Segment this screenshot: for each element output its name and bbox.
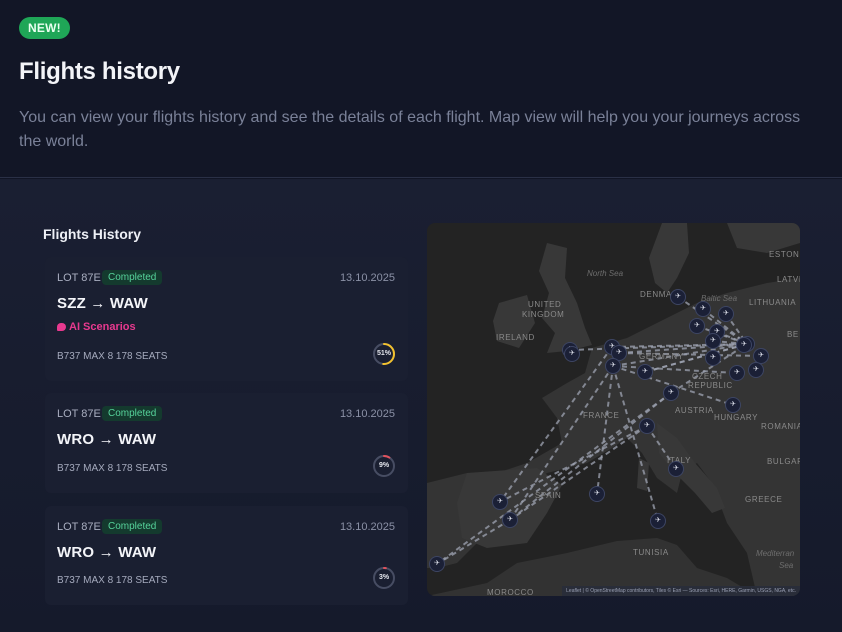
map-label-romania: ROMANIA: [761, 422, 800, 431]
flight-date: 13.10.2025: [339, 272, 395, 284]
airplane-icon[interactable]: ✈: [705, 333, 721, 349]
page-header: NEW! Flights history You can view your f…: [0, 0, 842, 178]
map-label-tunisia: TUNISIA: [633, 548, 669, 557]
flight-date: 13.10.2025: [339, 521, 395, 533]
map-label-morocco: MOROCCO: [487, 588, 534, 596]
new-badge: NEW!: [19, 17, 70, 39]
airplane-icon[interactable]: ✈: [589, 486, 605, 502]
ai-scenarios-label: AI Scenarios: [69, 321, 136, 333]
flight-card[interactable]: LOT 87E Completed 13.10.2025 SZZ → WAW A…: [45, 257, 408, 381]
map-label-estonia: ESTONIA: [769, 250, 800, 259]
aircraft-info: B737 MAX 8 178 SEATS: [57, 351, 168, 362]
aircraft-info: B737 MAX 8 178 SEATS: [57, 575, 168, 586]
status-badge: Completed: [102, 270, 163, 285]
map-label-czech-line2: REPUBLIC: [688, 381, 733, 390]
map-label-be: BE: [787, 330, 799, 339]
status-badge: Completed: [102, 519, 163, 534]
airplane-icon[interactable]: ✈: [718, 306, 734, 322]
map-sea-med-line1: Mediterran: [756, 549, 795, 558]
progress-label: 3%: [378, 574, 390, 581]
airplane-icon[interactable]: ✈: [605, 358, 621, 374]
map-sea-med-line2: Sea: [779, 561, 794, 570]
map-label-france: FRANCE: [583, 411, 620, 420]
flight-route-line: [499, 346, 613, 503]
flight-code: LOT 87E: [57, 521, 101, 533]
flight-routes: [436, 296, 762, 565]
progress-label: 9%: [378, 462, 390, 469]
map-sea-north: North Sea: [587, 269, 624, 278]
flight-route: SZZ → WAW: [57, 295, 148, 312]
airplane-icon[interactable]: ✈: [639, 418, 655, 434]
airplane-icon[interactable]: ✈: [502, 512, 518, 528]
airplane-icon[interactable]: ✈: [668, 461, 684, 477]
flight-route-line: [612, 365, 659, 522]
map-attribution[interactable]: Leaflet | © OpenStreetMap contributors, …: [562, 586, 800, 596]
page-title: Flights history: [19, 58, 180, 85]
map-label-hungary: HUNGARY: [714, 413, 759, 422]
flight-route: WRO → WAW: [57, 431, 157, 448]
flight-route-line: [436, 392, 672, 565]
airplane-icon[interactable]: ✈: [736, 337, 752, 353]
map-label-spain: SPAIN: [535, 491, 562, 500]
flight-code: LOT 87E: [57, 272, 101, 284]
flights-history-title: Flights History: [43, 226, 142, 242]
flight-code: LOT 87E: [57, 408, 101, 420]
map-label-uk-line2: KINGDOM: [522, 310, 565, 319]
map-label-ireland: IRELAND: [496, 333, 535, 342]
flights-map[interactable]: ESTONIA LATVIA LITHUANIA BE DENMA UNITED…: [427, 223, 800, 596]
flight-route-line: [509, 425, 648, 521]
progress-ring: 3%: [372, 566, 396, 590]
airplane-icon[interactable]: ✈: [695, 301, 711, 317]
flight-card[interactable]: LOT 87E Completed 13.10.2025 WRO → WAW B…: [45, 393, 408, 493]
progress-label: 51%: [376, 350, 391, 357]
flight-route-line: [436, 519, 511, 565]
flight-route: WRO → WAW: [57, 544, 157, 561]
map-label-latvia: LATVIA: [777, 275, 800, 284]
airplane-icon[interactable]: ✈: [637, 364, 653, 380]
map-label-uk-line1: UNITED: [528, 300, 562, 309]
airplane-icon[interactable]: ✈: [564, 346, 580, 362]
page-description: You can view your flights history and se…: [19, 109, 801, 150]
progress-ring: 9%: [372, 454, 396, 478]
status-badge: Completed: [102, 406, 163, 421]
flight-card[interactable]: LOT 87E Completed 13.10.2025 WRO → WAW B…: [45, 506, 408, 605]
aircraft-info: B737 MAX 8 178 SEATS: [57, 463, 168, 474]
airplane-icon[interactable]: ✈: [729, 365, 745, 381]
map-label-austria: AUSTRIA: [675, 406, 714, 415]
map-label-greece: GREECE: [745, 495, 783, 504]
airplane-icon[interactable]: ✈: [725, 397, 741, 413]
ai-scenarios-link[interactable]: AI Scenarios: [57, 321, 136, 333]
map-label-lithuania: LITHUANIA: [749, 298, 797, 307]
airplane-icon[interactable]: ✈: [650, 513, 666, 529]
airplane-icon[interactable]: ✈: [748, 362, 764, 378]
map-label-germany: GERMANY: [639, 352, 684, 361]
flight-date: 13.10.2025: [339, 408, 395, 420]
airplane-icon[interactable]: ✈: [689, 318, 705, 334]
airplane-icon[interactable]: ✈: [429, 556, 445, 572]
progress-ring: 51%: [372, 342, 396, 366]
chat-bubble-icon: [57, 323, 66, 331]
map-label-bulgaria: BULGAR: [767, 457, 800, 466]
airplane-icon[interactable]: ✈: [670, 289, 686, 305]
map-label-czech-line1: CZECH: [692, 372, 723, 381]
airplane-icon[interactable]: ✈: [663, 385, 679, 401]
airplane-icon[interactable]: ✈: [705, 350, 721, 366]
flight-route-line: [596, 365, 614, 495]
map-label-denmark: DENMA: [640, 290, 672, 299]
airplane-icon[interactable]: ✈: [492, 494, 508, 510]
